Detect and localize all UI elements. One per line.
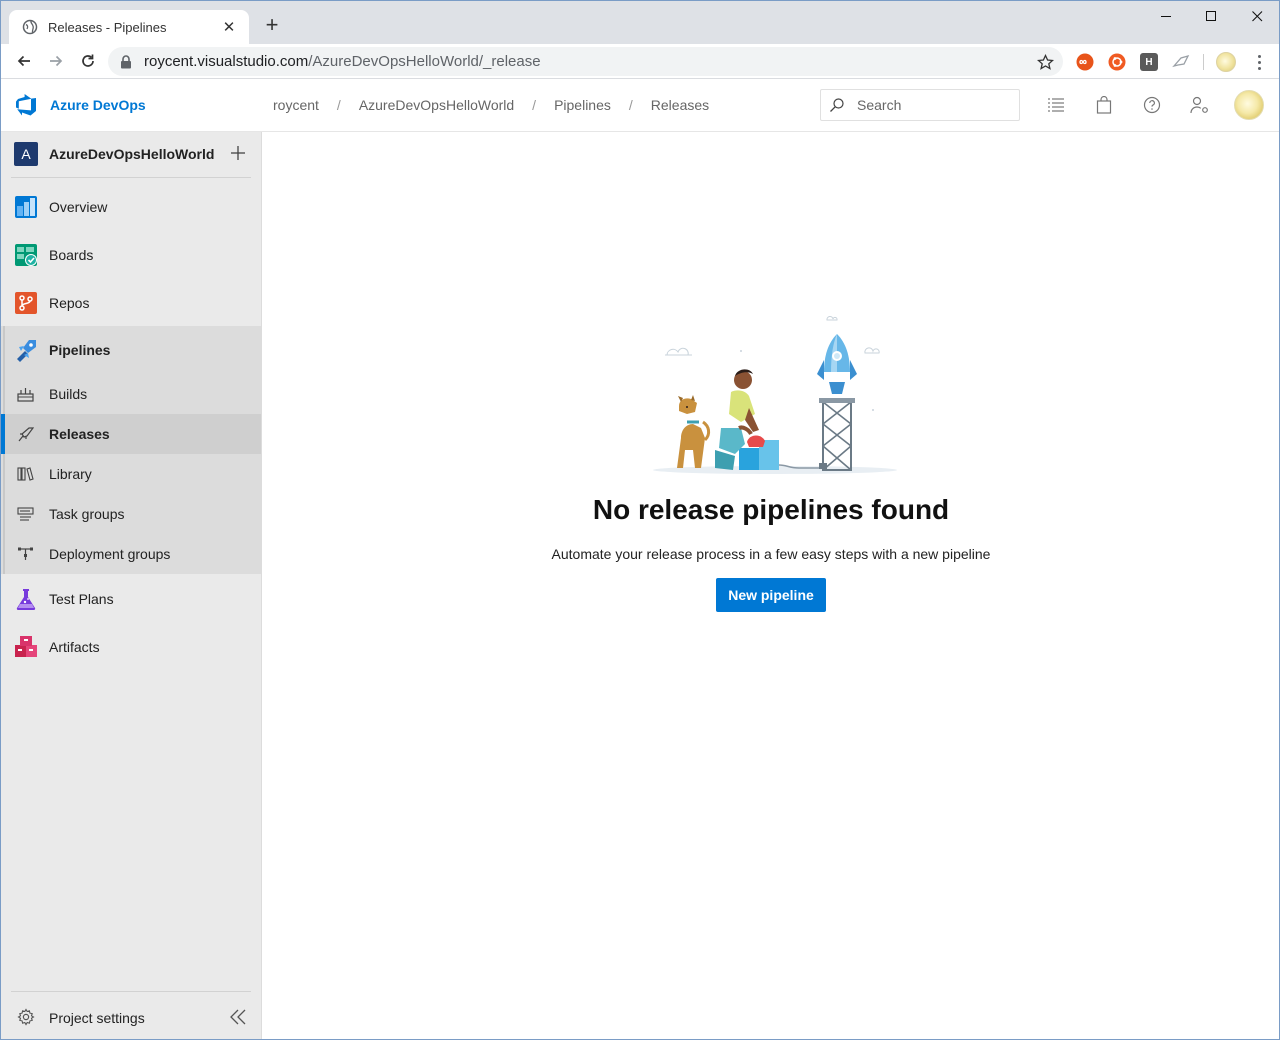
deployment-groups-icon xyxy=(17,546,34,562)
nav-item-test-plans[interactable]: Test Plans xyxy=(1,575,261,623)
releases-icon xyxy=(17,426,35,442)
nav-label: Task groups xyxy=(49,506,125,522)
pipelines-group: Pipelines Builds Releases Library Task g… xyxy=(1,326,261,574)
search-box[interactable] xyxy=(820,89,1020,121)
nav-label: Builds xyxy=(49,386,88,402)
project-badge: A xyxy=(14,142,38,166)
rocket-launch-illustration xyxy=(643,310,903,475)
lock-icon xyxy=(120,54,134,69)
ado-header: Azure DevOps roycent / AzureDevOpsHelloW… xyxy=(1,79,1279,132)
reload-icon[interactable] xyxy=(76,49,100,73)
nav-label: Artifacts xyxy=(49,639,100,655)
boards-icon xyxy=(14,243,38,267)
nav-label: Releases xyxy=(49,426,110,442)
task-groups-icon xyxy=(17,506,34,522)
gear-icon xyxy=(17,1008,35,1026)
nav-subitem-deployment-groups[interactable]: Deployment groups xyxy=(1,534,261,574)
breadcrumb: roycent / AzureDevOpsHelloWorld / Pipeli… xyxy=(273,97,709,113)
nav-subitem-library[interactable]: Library xyxy=(1,454,261,494)
ubuntu-extension-icon[interactable] xyxy=(1108,53,1126,71)
nav-label: Overview xyxy=(49,199,108,215)
h-extension-label: H xyxy=(1145,56,1153,68)
search-icon xyxy=(829,97,845,113)
chrome-menu-icon[interactable] xyxy=(1251,51,1267,73)
pipelines-icon xyxy=(14,338,38,362)
nav-item-repos[interactable]: Repos xyxy=(1,279,261,327)
nav-subitem-builds[interactable]: Builds xyxy=(1,374,261,414)
project-settings-label: Project settings xyxy=(49,1010,145,1026)
profile-extension-icon[interactable] xyxy=(1216,52,1236,72)
breadcrumb-org[interactable]: roycent xyxy=(273,97,319,113)
nav-item-boards[interactable]: Boards xyxy=(1,231,261,279)
back-arrow-icon[interactable] xyxy=(12,49,36,73)
tab-title: Releases - Pipelines xyxy=(48,19,167,35)
nav-label: Library xyxy=(49,466,92,482)
bookmark-star-icon[interactable] xyxy=(1035,52,1055,72)
maximize-icon[interactable] xyxy=(1188,1,1234,31)
avatar[interactable] xyxy=(1234,90,1264,120)
add-icon[interactable] xyxy=(227,142,249,164)
user-settings-icon[interactable] xyxy=(1189,94,1211,116)
divider xyxy=(11,177,251,178)
empty-state-title: No release pipelines found xyxy=(592,494,950,525)
repos-icon xyxy=(14,291,38,315)
nav-label: Deployment groups xyxy=(49,546,171,562)
new-pipeline-button[interactable]: New pipeline xyxy=(716,578,826,612)
azure-devops-logo-icon[interactable] xyxy=(14,93,38,117)
browser-tab[interactable]: Releases - Pipelines ✕ xyxy=(9,10,249,44)
breadcrumb-pipelines[interactable]: Pipelines xyxy=(554,97,611,113)
browser-window: Releases - Pipelines ✕ + roycent.visuals… xyxy=(0,0,1280,1040)
builds-icon xyxy=(17,386,34,402)
toolbar-divider xyxy=(1203,54,1204,70)
library-icon xyxy=(17,466,34,482)
project-settings-link[interactable]: Project settings xyxy=(1,998,201,1038)
nav-item-artifacts[interactable]: Artifacts xyxy=(1,623,261,671)
overview-icon xyxy=(14,195,38,219)
empty-state-description: Automate your release process in a few e… xyxy=(551,546,991,562)
list-icon[interactable] xyxy=(1045,94,1067,116)
breadcrumb-project[interactable]: AzureDevOpsHelloWorld xyxy=(359,97,514,113)
nav-label: Repos xyxy=(49,295,90,311)
minimize-icon[interactable] xyxy=(1143,1,1189,31)
breadcrumb-releases[interactable]: Releases xyxy=(651,97,709,113)
nav-label: Test Plans xyxy=(49,591,114,607)
left-navigation: A AzureDevOpsHelloWorld Overview Boards … xyxy=(1,132,262,1039)
shopping-bag-icon[interactable] xyxy=(1093,94,1115,116)
window-close-icon[interactable] xyxy=(1234,1,1279,31)
collapse-sidebar-icon[interactable] xyxy=(227,1006,249,1028)
tab-close-icon[interactable]: ✕ xyxy=(219,17,239,37)
nav-item-overview[interactable]: Overview xyxy=(1,183,261,231)
nav-item-pipelines[interactable]: Pipelines xyxy=(1,326,261,374)
address-bar[interactable]: roycent.visualstudio.com/AzureDevOpsHell… xyxy=(108,47,1063,76)
brand-name[interactable]: Azure DevOps xyxy=(50,97,146,113)
url-host: roycent.visualstudio.com xyxy=(144,53,309,70)
help-icon[interactable] xyxy=(1141,94,1163,116)
infinity-extension-icon[interactable] xyxy=(1076,53,1094,71)
nav-subitem-task-groups[interactable]: Task groups xyxy=(1,494,261,534)
breadcrumb-separator: / xyxy=(336,97,341,113)
artifacts-icon xyxy=(14,635,38,659)
project-name[interactable]: AzureDevOpsHelloWorld xyxy=(49,146,214,162)
globe-icon xyxy=(22,19,38,35)
test-plans-icon xyxy=(14,587,38,611)
browser-titlebar: Releases - Pipelines ✕ + xyxy=(1,1,1279,44)
main-content: No release pipelines found Automate your… xyxy=(263,132,1279,1039)
browser-toolbar: roycent.visualstudio.com/AzureDevOpsHell… xyxy=(1,44,1279,79)
project-header[interactable]: A AzureDevOpsHelloWorld xyxy=(1,132,262,177)
divider xyxy=(11,991,251,992)
forward-arrow-icon[interactable] xyxy=(44,49,68,73)
nav-subitem-releases[interactable]: Releases xyxy=(1,414,261,454)
breadcrumb-separator: / xyxy=(532,97,537,113)
breadcrumb-separator: / xyxy=(628,97,633,113)
nav-label: Pipelines xyxy=(49,342,111,358)
active-indicator xyxy=(1,414,5,454)
bird-extension-icon[interactable] xyxy=(1172,53,1190,71)
new-tab-icon[interactable]: + xyxy=(261,14,283,36)
search-input[interactable] xyxy=(857,97,997,113)
nav-label: Boards xyxy=(49,247,94,263)
h-extension-icon[interactable]: H xyxy=(1140,53,1158,71)
url-path: /AzureDevOpsHelloWorld/_release xyxy=(308,53,541,70)
